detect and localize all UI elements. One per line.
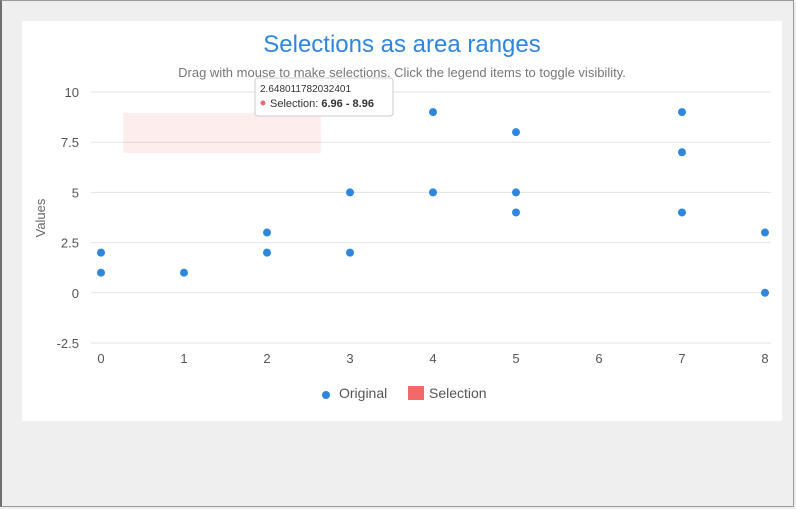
chart-subtitle: Drag with mouse to make selections. Clic… [178, 65, 626, 80]
data-point[interactable] [678, 208, 686, 217]
x-tick-label: 1 [180, 351, 187, 366]
legend-original-marker[interactable] [322, 391, 330, 399]
data-point[interactable] [429, 188, 437, 197]
x-tick-label: 6 [595, 351, 602, 366]
y-axis-ticks: 10 7.5 5 2.5 0 -2.5 [57, 85, 79, 351]
data-point[interactable] [678, 108, 686, 117]
y-tick-label: 0 [72, 286, 79, 301]
data-point[interactable] [346, 188, 354, 197]
data-point[interactable] [512, 188, 520, 197]
data-point[interactable] [180, 268, 188, 277]
data-point[interactable] [678, 148, 686, 157]
data-point[interactable] [761, 228, 769, 237]
data-point[interactable] [512, 128, 520, 137]
y-tick-label: 2.5 [61, 236, 79, 251]
x-tick-label: 8 [761, 351, 768, 366]
selection-area[interactable] [123, 112, 321, 154]
legend-selection-marker[interactable] [408, 386, 424, 400]
tooltip-series-row: Selection: 6.96 - 8.96 [270, 98, 374, 110]
tooltip-series-value: 6.96 - 8.96 [321, 98, 374, 110]
legend-original-label[interactable]: Original [339, 385, 387, 401]
y-tick-label: -2.5 [57, 336, 79, 351]
y-tick-label: 10 [65, 85, 79, 100]
tooltip-series-label: Selection: [270, 98, 321, 110]
legend-selection-label[interactable]: Selection [429, 385, 487, 401]
x-tick-label: 2 [263, 351, 270, 366]
selection-areas [123, 112, 321, 154]
y-tick-label: 5 [72, 185, 79, 200]
chart-card: Selections as area ranges Drag with mous… [22, 21, 782, 421]
x-axis-ticks: 0 1 2 3 4 5 6 7 8 [97, 351, 768, 366]
data-point[interactable] [512, 208, 520, 217]
window-frame: Selections as area ranges Drag with mous… [0, 0, 794, 507]
tooltip: 2.648011782032401 Selection: 6.96 - 8.96 [254, 77, 394, 117]
x-tick-label: 4 [429, 351, 436, 366]
legend: Original Selection [322, 385, 487, 401]
data-point[interactable] [429, 108, 437, 117]
tooltip-series-dot [260, 100, 266, 106]
chart-svg[interactable]: Selections as area ranges Drag with mous… [22, 21, 782, 421]
data-point[interactable] [346, 248, 354, 257]
tooltip-header: 2.648011782032401 [260, 84, 351, 95]
data-point[interactable] [97, 268, 105, 277]
x-tick-label: 0 [97, 351, 104, 366]
x-tick-label: 7 [678, 351, 685, 366]
x-tick-label: 3 [346, 351, 353, 366]
chart-title: Selections as area ranges [263, 31, 541, 58]
y-tick-label: 7.5 [61, 135, 79, 150]
data-point[interactable] [263, 228, 271, 237]
data-point[interactable] [263, 248, 271, 257]
data-point[interactable] [761, 288, 769, 297]
y-axis-title: Values [33, 198, 48, 237]
data-point[interactable] [97, 248, 105, 257]
x-tick-label: 5 [512, 351, 519, 366]
